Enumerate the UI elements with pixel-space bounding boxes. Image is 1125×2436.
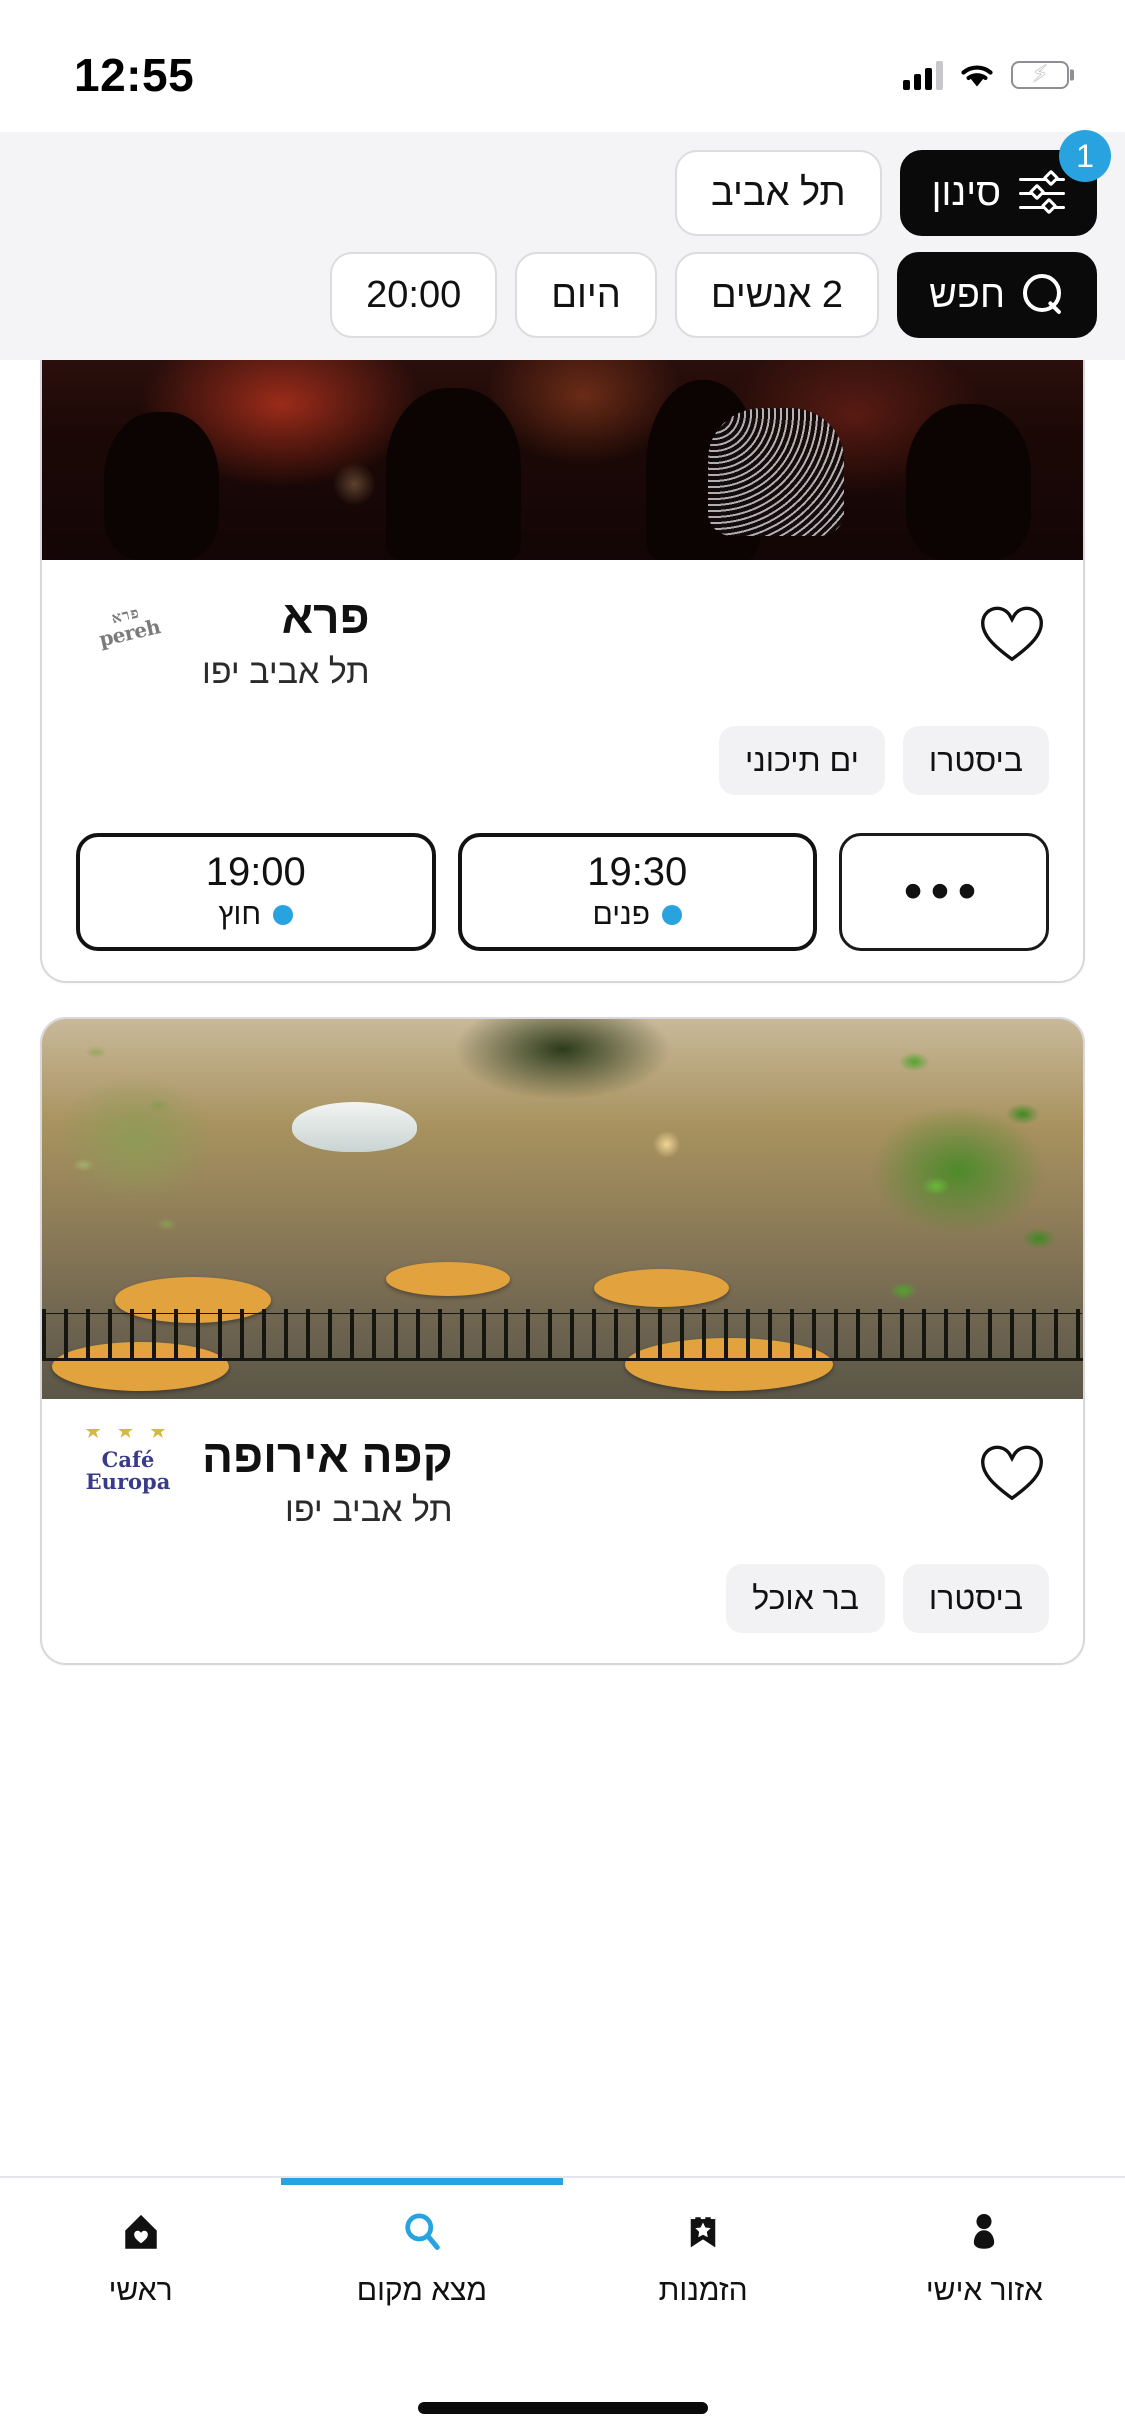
tab-personal-area[interactable]: אזור אישי bbox=[844, 2178, 1125, 2352]
more-slots-label: ••• bbox=[903, 860, 985, 921]
signal-bars-icon bbox=[903, 60, 943, 90]
time-chip[interactable]: 20:00 bbox=[330, 252, 498, 338]
search-icon bbox=[1023, 274, 1065, 316]
restaurant-card[interactable]: קפה אירופה תל אביב יפו ★ ★ ★ Café Europa… bbox=[40, 1016, 1085, 1666]
date-chip[interactable]: היום bbox=[515, 252, 657, 338]
restaurant-title-row: פרא תל אביב יפו פרא pereh bbox=[76, 590, 1049, 692]
slot-seating-label: חוץ bbox=[218, 897, 262, 931]
tab-home[interactable]: ראשי bbox=[0, 2178, 281, 2352]
slot-seating: חוץ bbox=[218, 897, 294, 932]
tab-label: הזמנות bbox=[658, 2274, 748, 2307]
filter-button-wrap: 1 סינון bbox=[899, 130, 1111, 236]
restaurant-name: קפה אירופה bbox=[202, 1429, 453, 1482]
tab-label: אזור אישי bbox=[925, 2274, 1043, 2307]
status-time: 12:55 bbox=[74, 49, 195, 101]
restaurant-name-block: פרא תל אביב יפו bbox=[202, 590, 370, 692]
restaurant-title-row: קפה אירופה תל אביב יפו ★ ★ ★ Café Europa bbox=[76, 1429, 1049, 1531]
person-icon bbox=[963, 2204, 1005, 2260]
filter-button-label: סינון bbox=[931, 171, 1001, 214]
restaurant-name: פרא bbox=[281, 591, 370, 643]
sliders-icon bbox=[1019, 169, 1065, 215]
seating-dot-icon bbox=[273, 904, 294, 925]
status-bar: 12:55 ⚡ bbox=[0, 0, 1125, 132]
restaurant-patio-photo bbox=[42, 1018, 1083, 1399]
restaurant-city: תל אביב יפו bbox=[202, 652, 370, 691]
status-icons: ⚡ bbox=[903, 60, 1069, 90]
bookmark-star-icon bbox=[682, 2204, 724, 2260]
restaurant-card-body: פרא תל אביב יפו פרא pereh ביסטרו ים תיכו… bbox=[42, 560, 1083, 981]
restaurant-interior-photo bbox=[42, 360, 1083, 560]
time-slot-button[interactable]: 19:30 פנים bbox=[457, 832, 817, 951]
cafe-europa-logo-stars: ★ ★ ★ bbox=[85, 1428, 171, 1442]
restaurant-tags: ביסטרו ים תיכוני bbox=[76, 725, 1049, 795]
city-chip[interactable]: תל אביב bbox=[675, 150, 882, 236]
filter-row-top: 1 סינון תל אביב bbox=[28, 130, 1111, 236]
restaurant-tag[interactable]: ביסטרו bbox=[902, 1564, 1049, 1634]
party-size-chip[interactable]: 2 אנשים bbox=[674, 252, 880, 338]
time-slot-row: ••• 19:30 פנים 19:00 חוץ bbox=[76, 832, 1049, 951]
time-slot-button[interactable]: 19:00 חוץ bbox=[76, 832, 436, 951]
home-indicator-area bbox=[0, 2352, 1125, 2436]
search-icon bbox=[400, 2204, 444, 2260]
slot-seating: פנים bbox=[593, 898, 683, 932]
tab-reservations[interactable]: הזמנות bbox=[563, 2178, 844, 2352]
restaurant-name-block: קפה אירופה תל אביב יפו bbox=[202, 1429, 453, 1531]
search-button[interactable]: חפש bbox=[897, 252, 1097, 338]
tab-label: מצא מקום bbox=[356, 2274, 488, 2307]
pereh-logo: פרא pereh bbox=[69, 579, 187, 673]
tab-find-place[interactable]: מצא מקום bbox=[281, 2178, 563, 2352]
restaurant-tag[interactable]: בר אוכל bbox=[726, 1564, 885, 1634]
slot-seating-label: פנים bbox=[592, 897, 651, 931]
tab-label: ראשי bbox=[108, 2274, 173, 2307]
restaurant-tag[interactable]: ביסטרו bbox=[902, 725, 1049, 795]
home-indicator-bar[interactable] bbox=[417, 2402, 708, 2414]
heart-outline-icon[interactable] bbox=[975, 596, 1049, 670]
restaurant-card[interactable]: פרא תל אביב יפו פרא pereh ביסטרו ים תיכו… bbox=[40, 360, 1085, 983]
slot-time: 19:00 bbox=[205, 849, 306, 894]
phone-screen: 12:55 ⚡ 1 סינון תל אביב חפש 2 אנשים היום… bbox=[0, 0, 1125, 2436]
heart-outline-icon[interactable] bbox=[975, 1435, 1049, 1509]
home-heart-icon bbox=[120, 2204, 162, 2260]
filter-header: 1 סינון תל אביב חפש 2 אנשים היום 20:00 bbox=[0, 130, 1125, 360]
restaurant-identity: פרא תל אביב יפו פרא pereh bbox=[76, 590, 370, 692]
filter-row-bottom: חפש 2 אנשים היום 20:00 bbox=[28, 252, 1097, 338]
wifi-icon bbox=[961, 65, 993, 87]
filter-badge-count: 1 bbox=[1059, 130, 1111, 182]
slot-time: 19:30 bbox=[587, 849, 688, 894]
results-list[interactable]: פרא תל אביב יפו פרא pereh ביסטרו ים תיכו… bbox=[0, 360, 1125, 2176]
cafe-europa-logo-text: Café Europa bbox=[85, 1446, 171, 1494]
restaurant-tag[interactable]: ים תיכוני bbox=[718, 725, 885, 795]
bottom-tab-bar: אזור אישי הזמנות מצא מקום ראשי bbox=[0, 2176, 1125, 2352]
seating-dot-icon bbox=[662, 904, 683, 925]
battery-charging-icon: ⚡ bbox=[1011, 61, 1069, 89]
restaurant-city: תל אביב יפו bbox=[285, 1491, 453, 1530]
cafe-europa-logo: ★ ★ ★ Café Europa bbox=[76, 1429, 180, 1501]
restaurant-tags: ביסטרו בר אוכל bbox=[76, 1564, 1049, 1634]
more-slots-button[interactable]: ••• bbox=[839, 832, 1049, 951]
restaurant-identity: קפה אירופה תל אביב יפו ★ ★ ★ Café Europa bbox=[76, 1429, 453, 1531]
restaurant-card-body: קפה אירופה תל אביב יפו ★ ★ ★ Café Europa… bbox=[42, 1399, 1083, 1664]
search-button-label: חפש bbox=[929, 273, 1005, 316]
